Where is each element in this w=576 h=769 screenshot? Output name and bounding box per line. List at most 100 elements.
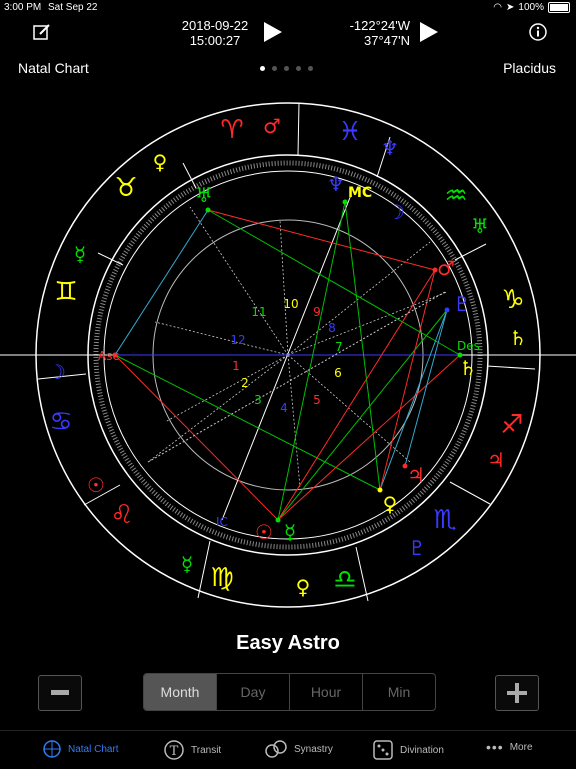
neptune-inner-icon: ♆ — [327, 172, 345, 196]
battery-icon — [548, 2, 570, 13]
date-value: 2018-09-22 — [181, 18, 249, 33]
sun-ruler-icon: ☉ — [87, 473, 105, 497]
sun-icon: ☉ — [255, 520, 273, 544]
tab-transit[interactable]: T Transit — [163, 739, 221, 761]
house-number: 3 — [254, 393, 262, 407]
segment-hour[interactable]: Hour — [289, 674, 362, 710]
location-display[interactable]: -122°24'W 37°47'N — [330, 18, 410, 48]
segment-month[interactable]: Month — [144, 674, 216, 710]
time-value: 15:00:27 — [189, 33, 241, 48]
page-dot — [272, 66, 277, 71]
house-number: 2 — [241, 376, 249, 390]
house-system-label[interactable]: Placidus — [503, 60, 556, 76]
virgo-icon: ♍ — [210, 563, 233, 593]
aquarius-icon: ♒ — [444, 181, 467, 211]
info-icon[interactable] — [528, 22, 548, 47]
moon-icon: ☽ — [387, 200, 405, 224]
chart-type-label: Natal Chart — [18, 60, 89, 76]
house-number: 11 — [251, 305, 266, 319]
house-number: 8 — [328, 321, 336, 335]
decrement-button[interactable] — [38, 675, 82, 711]
descendant-label: Des — [457, 339, 480, 353]
page-dot — [260, 66, 265, 71]
neptune-icon: ♆ — [381, 136, 399, 160]
house-number: 7 — [335, 340, 343, 354]
venus-icon: ♀ — [153, 150, 168, 174]
mars-inner-icon: ♂ — [437, 256, 455, 280]
mars-icon: ♂ — [263, 114, 281, 138]
edit-icon[interactable] — [32, 22, 52, 47]
more-icon: ••• — [486, 739, 504, 755]
uranus-outer-icon: ♅ — [471, 214, 489, 238]
latitude-value: 37°47'N — [364, 33, 410, 48]
play-time-button[interactable] — [264, 22, 282, 42]
house-number: 1 — [232, 359, 240, 373]
venus-ruler-icon: ♀ — [296, 575, 311, 599]
midheaven-label: MC — [348, 185, 372, 201]
uranus-icon: ♅ — [195, 183, 213, 207]
page-dot — [308, 66, 313, 71]
gemini-icon: ♊ — [54, 277, 77, 307]
status-bar: 3:00 PM Sat Sep 22 ◠ ➤ 100% — [0, 0, 576, 16]
toolbar: 2018-09-22 15:00:27 -122°24'W 37°47'N — [0, 16, 576, 52]
house-cusps — [147, 206, 448, 488]
natal-chart-icon — [43, 740, 61, 758]
segment-min[interactable]: Min — [362, 674, 435, 710]
page-dot — [284, 66, 289, 71]
house-number: 6 — [334, 366, 342, 380]
tab-label: Transit — [191, 744, 222, 756]
libra-icon: ♎ — [333, 565, 356, 595]
natal-chart-wheel[interactable]: 1 2 3 4 5 6 7 8 9 10 11 12 Asc MC Des IC — [0, 92, 576, 622]
house-number: 4 — [280, 401, 288, 415]
house-number: 12 — [230, 333, 245, 347]
mercury-inner-icon: ☿ — [284, 520, 296, 544]
minus-icon — [51, 690, 69, 695]
venus-inner-icon: ♀ — [383, 492, 398, 516]
tab-divination[interactable]: Divination — [372, 739, 444, 761]
tab-label: Divination — [400, 744, 444, 756]
increment-button[interactable] — [495, 675, 539, 711]
house-number: 10 — [283, 297, 298, 311]
imum-coeli-label: IC — [216, 515, 228, 529]
transit-icon: T — [164, 740, 184, 760]
taurus-icon: ♉ — [114, 173, 137, 203]
tab-label: Synastry — [294, 743, 333, 755]
pisces-icon: ♓ — [338, 117, 361, 147]
scorpio-icon: ♏ — [433, 505, 456, 535]
tab-label: More — [509, 741, 533, 753]
tab-bar: Natal Chart T Transit Synastry Divinatio… — [0, 730, 576, 769]
pluto-icon: ♇ — [408, 536, 426, 560]
app-title: Easy Astro — [236, 632, 340, 654]
time-unit-segmented-control[interactable]: Month Day Hour Min — [143, 673, 436, 711]
mercury-ruler-icon: ☿ — [181, 552, 193, 576]
play-location-button[interactable] — [420, 22, 438, 42]
battery-percent: 100% — [518, 2, 544, 13]
house-number: 9 — [313, 305, 321, 319]
status-time: 3:00 PM — [4, 2, 42, 13]
house-number: 5 — [313, 393, 321, 407]
location-icon: ➤ — [506, 2, 515, 13]
plus-icon — [507, 683, 527, 703]
moon-ruler-icon: ☽ — [48, 360, 66, 384]
synastry-icon — [265, 740, 287, 758]
saturn-inner-icon: ♄ — [459, 356, 477, 380]
date-time-display[interactable]: 2018-09-22 15:00:27 — [175, 18, 255, 48]
jupiter-icon: ♃ — [487, 448, 505, 472]
page-dot — [296, 66, 301, 71]
page-indicator[interactable] — [260, 66, 313, 71]
jupiter-inner-icon: ♃ — [407, 463, 425, 487]
leo-icon: ♌ — [110, 500, 133, 530]
wifi-icon: ◠ — [493, 2, 503, 13]
mercury-icon: ☿ — [74, 242, 86, 266]
aries-icon: ♈ — [220, 115, 243, 145]
capricorn-icon: ♑ — [501, 285, 524, 315]
status-right: ◠ ➤ 100% — [493, 2, 570, 13]
sagittarius-icon: ♐ — [500, 410, 523, 440]
tab-more[interactable]: ••• More — [486, 739, 533, 755]
cancer-icon: ♋ — [49, 407, 72, 437]
segment-day[interactable]: Day — [216, 674, 289, 710]
tab-natal-chart[interactable]: Natal Chart — [42, 739, 119, 759]
tab-synastry[interactable]: Synastry — [264, 739, 333, 759]
status-date: Sat Sep 22 — [48, 2, 98, 13]
longitude-value: -122°24'W — [349, 18, 410, 33]
